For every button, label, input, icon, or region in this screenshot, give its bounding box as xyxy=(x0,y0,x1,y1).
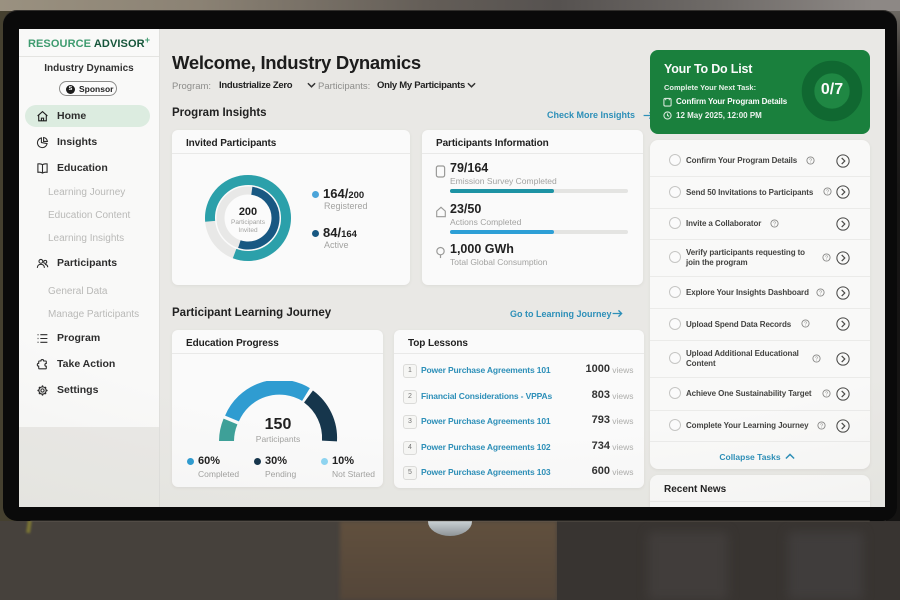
svg-text:?: ? xyxy=(826,189,829,195)
svg-text:?: ? xyxy=(825,255,828,261)
svg-text:?: ? xyxy=(815,356,818,362)
svg-text:?: ? xyxy=(809,158,812,164)
svg-text:?: ? xyxy=(773,221,776,227)
svg-text:?: ? xyxy=(825,391,828,397)
svg-text:?: ? xyxy=(804,321,807,327)
svg-text:?: ? xyxy=(819,290,822,296)
svg-text:?: ? xyxy=(820,423,823,429)
